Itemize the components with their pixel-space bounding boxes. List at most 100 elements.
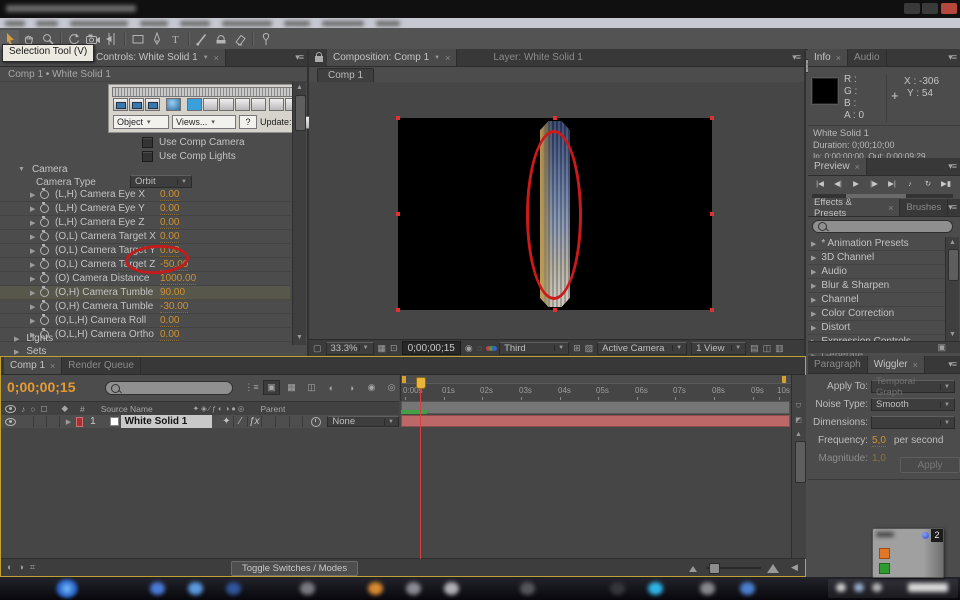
effect-controls-scrollbar[interactable]: ▲ ▼ bbox=[292, 82, 306, 345]
layer-handle[interactable] bbox=[553, 308, 557, 312]
composition-viewport[interactable] bbox=[309, 82, 804, 338]
object-dropdown[interactable]: Object ▾ bbox=[113, 115, 169, 129]
camera-sun-icon[interactable] bbox=[129, 98, 144, 111]
panel-menu-icon[interactable]: ▾≡ bbox=[948, 52, 956, 63]
scroll-down-icon[interactable]: ▼ bbox=[946, 329, 959, 340]
disclosure-icon[interactable]: ▶ bbox=[811, 324, 816, 332]
panel-menu-icon[interactable]: ▾≡ bbox=[792, 52, 800, 63]
scroll-up-icon[interactable]: ▲ bbox=[293, 82, 306, 93]
tab-composition[interactable]: Composition: Comp 1 ▼ × bbox=[327, 49, 457, 66]
scrollbar-thumb[interactable] bbox=[795, 441, 806, 483]
scroll-down-icon[interactable]: ▼ bbox=[293, 332, 306, 343]
tab-audio[interactable]: Audio bbox=[848, 49, 887, 66]
stopwatch-icon[interactable] bbox=[40, 232, 49, 241]
frame-blend-icon[interactable]: ◐ bbox=[323, 380, 340, 395]
close-icon[interactable]: × bbox=[888, 203, 893, 213]
layer-visibility-icon[interactable] bbox=[5, 418, 16, 426]
pointer-icon[interactable] bbox=[269, 98, 284, 111]
property-value[interactable]: 0.00 bbox=[160, 329, 179, 341]
camera-group-header[interactable]: ▼ Camera bbox=[18, 164, 68, 175]
ram-preview-button[interactable]: ▶▮ bbox=[938, 177, 954, 189]
camera-spot-icon[interactable] bbox=[145, 98, 160, 111]
orbit-icon[interactable] bbox=[203, 98, 218, 111]
noise-type-dropdown[interactable]: Smooth ▼ bbox=[871, 398, 955, 411]
audio-button[interactable]: ♪ bbox=[902, 177, 918, 189]
tab-brushes[interactable]: Brushes bbox=[900, 199, 948, 216]
composition-frame[interactable] bbox=[398, 118, 712, 310]
zoom-in-icon[interactable] bbox=[767, 564, 779, 573]
pen-tool[interactable] bbox=[147, 30, 166, 47]
layer-solo-cell[interactable] bbox=[34, 416, 47, 427]
fast-previews-icon[interactable]: ◫ bbox=[763, 344, 772, 353]
property-row[interactable]: ▶(O,L) Camera Target X0.00 bbox=[0, 230, 290, 244]
property-value[interactable]: 0.00 bbox=[160, 217, 179, 229]
pan-behind-tool[interactable] bbox=[102, 30, 121, 47]
layer-handle[interactable] bbox=[710, 116, 714, 120]
close-icon[interactable]: × bbox=[50, 361, 55, 371]
mini-flowchart-icon[interactable]: ▥ bbox=[775, 344, 784, 353]
camera-preset-icon[interactable] bbox=[113, 98, 128, 111]
scrollbar-thumb[interactable] bbox=[295, 95, 306, 131]
apply-button[interactable]: Apply bbox=[900, 457, 960, 473]
disclosure-icon[interactable]: ▶ bbox=[811, 240, 816, 248]
disclosure-open-icon[interactable]: ▼ bbox=[18, 166, 25, 173]
type-tool[interactable]: T bbox=[166, 30, 185, 47]
stopwatch-icon[interactable] bbox=[40, 302, 49, 311]
effects-scrollbar[interactable]: ▲ ▼ bbox=[945, 237, 959, 341]
disclosure-icon[interactable]: ▶ bbox=[30, 317, 40, 325]
property-row[interactable]: ▶(O,H) Camera Tumble-30.00 bbox=[0, 300, 290, 314]
minimize-button[interactable] bbox=[904, 3, 920, 14]
transparency-grid-icon[interactable]: ▨ bbox=[585, 344, 594, 353]
use-comp-lights-checkbox[interactable] bbox=[142, 151, 153, 162]
property-value[interactable]: 0.00 bbox=[160, 231, 179, 243]
layer-handle[interactable] bbox=[710, 212, 714, 216]
globe-icon[interactable] bbox=[166, 98, 181, 111]
layer-lock-cell[interactable] bbox=[47, 416, 60, 427]
comp-timecode[interactable]: 0;00;00;15 bbox=[402, 341, 461, 355]
system-tray[interactable] bbox=[828, 579, 958, 598]
desktop-gadget[interactable]: 2 bbox=[872, 528, 944, 578]
property-row[interactable]: ▶(L,H) Camera Eye X0.00 bbox=[0, 188, 290, 202]
play-button[interactable]: ▶ bbox=[848, 177, 864, 189]
panel-menu-icon[interactable]: ▾≡ bbox=[295, 52, 303, 63]
mini-flowchart-icon[interactable]: ⋮≡ bbox=[243, 380, 260, 395]
puppet-pin-tool[interactable] bbox=[256, 30, 275, 47]
expand-in-point-icon[interactable]: ◐ bbox=[7, 563, 12, 572]
lock-icon[interactable] bbox=[315, 56, 323, 62]
property-row-selected[interactable]: ▶(O,H) Camera Tumble90.00 bbox=[0, 286, 290, 300]
disclosure-icon[interactable]: ▶ bbox=[30, 219, 40, 227]
parent-dropdown[interactable]: None ▼ bbox=[327, 416, 399, 427]
stopwatch-icon[interactable] bbox=[40, 260, 49, 269]
source-name-header[interactable]: Source Name bbox=[101, 404, 153, 414]
panel-menu-icon[interactable]: ▾≡ bbox=[948, 359, 956, 370]
effects-category[interactable]: ▶Blur & Sharpen bbox=[808, 279, 948, 293]
camera-type-dropdown[interactable]: Orbit ▼ bbox=[130, 175, 192, 188]
brush-tool[interactable] bbox=[192, 30, 211, 47]
time-ruler-area[interactable]: 0:00s 01s 02s 03s 04s 05s 06s 07s 08s 09… bbox=[400, 375, 791, 401]
layer-name[interactable]: White Solid 1 bbox=[121, 415, 212, 428]
disclosure-icon[interactable]: ▶ bbox=[30, 247, 40, 255]
disclosure-icon[interactable]: ▶ bbox=[30, 275, 40, 283]
disclosure-icon[interactable]: ▶ bbox=[811, 254, 816, 262]
scrollbar-thumb[interactable] bbox=[948, 249, 959, 281]
first-frame-button[interactable]: |◀ bbox=[812, 177, 828, 189]
stopwatch-icon[interactable] bbox=[40, 316, 49, 325]
resize-icon[interactable] bbox=[251, 98, 266, 111]
pan-icon[interactable] bbox=[219, 98, 234, 111]
stopwatch-icon[interactable] bbox=[40, 218, 49, 227]
next-frame-button[interactable]: |▶ bbox=[866, 177, 882, 189]
index-column-header[interactable]: # bbox=[80, 404, 85, 414]
brainstorm-icon[interactable]: ◉ bbox=[363, 380, 380, 395]
guides-dropdown[interactable]: Third ▼ bbox=[499, 342, 569, 355]
effects-category[interactable]: ▶Channel bbox=[808, 293, 948, 307]
disclosure-icon[interactable]: ▶ bbox=[30, 205, 40, 213]
solo-column-icon[interactable]: ○ bbox=[30, 404, 35, 414]
layer-duration-bar[interactable] bbox=[401, 415, 790, 427]
layer-disclosure-icon[interactable]: ▶ bbox=[66, 418, 71, 426]
effects-category[interactable]: ▶Audio bbox=[808, 265, 948, 279]
tab-info[interactable]: Info × bbox=[808, 49, 848, 66]
property-value[interactable]: 0.00 bbox=[160, 203, 179, 215]
close-icon[interactable]: × bbox=[855, 162, 860, 172]
channel-icon[interactable] bbox=[486, 343, 495, 354]
hide-shy-layers-icon[interactable]: ◫ bbox=[303, 380, 320, 395]
